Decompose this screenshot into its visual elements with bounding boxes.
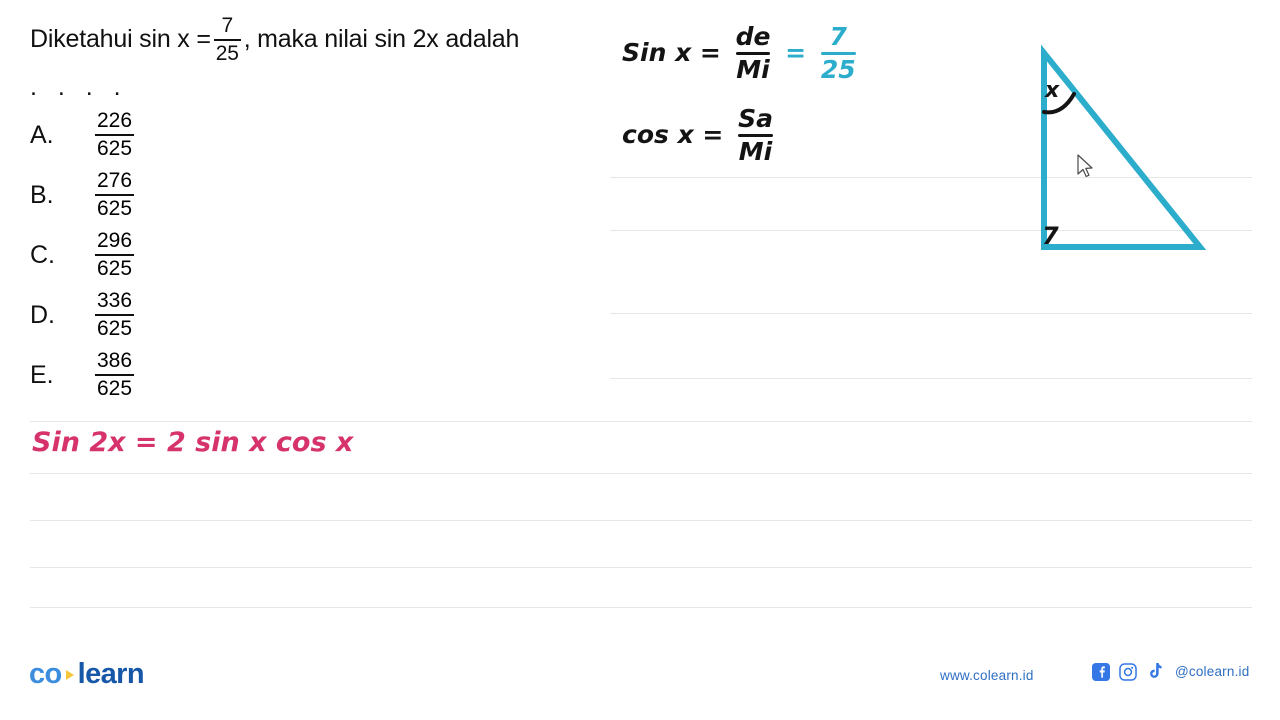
facebook-icon[interactable]: [1092, 662, 1110, 681]
handwriting-cos-lhs: cos x =: [622, 119, 724, 149]
question-fraction: 7 25: [213, 14, 241, 65]
option-fraction: 226 625: [95, 109, 135, 160]
fraction-numerator: 7: [221, 14, 233, 37]
fraction-denominator: 25: [820, 55, 856, 85]
option-letter: B.: [30, 180, 54, 209]
option-fraction: 386 625: [95, 349, 135, 400]
option-fraction: 296 625: [95, 229, 135, 280]
question-text: Diketahui sin x = 7 25 , maka nilai sin …: [30, 14, 519, 65]
rule-line: [610, 378, 1252, 379]
fraction-numerator: 226: [97, 109, 133, 133]
logo-text-learn: learn: [77, 658, 145, 690]
fraction-bar: [95, 254, 135, 256]
rule-line: [30, 567, 1252, 568]
tiktok-icon[interactable]: [1146, 662, 1163, 681]
handwriting-sin-definition: Sin x = de Mi = 7 25: [622, 22, 862, 85]
fraction-numerator: de: [735, 22, 771, 51]
worksheet-page: Diketahui sin x = 7 25 , maka nilai sin …: [0, 0, 1280, 720]
fraction-bar: [95, 134, 135, 136]
social-handle-text: @colearn.id: [1175, 664, 1250, 679]
handwriting-cos-fraction: Sa Mi: [738, 104, 773, 167]
option-d[interactable]: D. 336 625: [30, 285, 290, 345]
fraction-numerator: 296: [97, 229, 133, 253]
fraction-numerator: Sa: [738, 104, 773, 133]
social-links-row: @colearn.id: [1092, 662, 1249, 681]
instagram-icon[interactable]: [1119, 662, 1137, 681]
triangle-side-label: 7: [1042, 222, 1059, 250]
rule-line: [30, 473, 1252, 474]
rule-line: [30, 520, 1252, 521]
fraction-denominator: 625: [97, 197, 133, 220]
fraction-denominator: 625: [97, 377, 133, 400]
fraction-numerator: 336: [97, 289, 133, 313]
question-prefix: Diketahui sin x =: [30, 25, 211, 54]
handwriting-cos-definition: cos x = Sa Mi: [622, 104, 779, 167]
option-e[interactable]: E. 386 625: [30, 345, 290, 405]
footer-website-url[interactable]: www.colearn.id: [940, 668, 1034, 683]
question-ellipsis: . . . .: [30, 73, 128, 101]
option-letter: C.: [30, 240, 55, 269]
fraction-numerator: 386: [97, 349, 133, 373]
handwriting-equals-sign: =: [785, 37, 807, 67]
fraction-denominator: 625: [97, 137, 133, 160]
fraction-denominator: 625: [97, 257, 133, 280]
triangle-angle-label: x: [1045, 78, 1060, 103]
fraction-bar: [95, 374, 135, 376]
handwriting-sin-lhs: Sin x =: [622, 37, 721, 67]
logo-separator-icon: [65, 669, 74, 680]
option-letter: E.: [30, 360, 54, 389]
fraction-denominator: 25: [215, 41, 239, 65]
fraction-denominator: Mi: [738, 137, 773, 167]
rule-line: [610, 313, 1252, 314]
fraction-bar: [95, 194, 135, 196]
fraction-bar: [95, 314, 135, 316]
option-letter: D.: [30, 300, 55, 329]
rule-line: [30, 607, 1252, 608]
colearn-logo: co learn: [29, 658, 145, 691]
handwriting-double-angle-identity: Sin 2x = 2 sin x cos x: [32, 427, 354, 458]
fraction-numerator: 276: [97, 169, 133, 193]
fraction-bar: [213, 38, 241, 41]
page-footer: co learn www.colearn.id @colearn.id: [0, 640, 1280, 720]
rule-line: [30, 421, 1252, 422]
option-fraction: 336 625: [95, 289, 135, 340]
logo-text-co: co: [29, 658, 62, 690]
mouse-cursor-icon: [1077, 154, 1093, 178]
option-a[interactable]: A. 226 625: [30, 105, 290, 165]
answer-options-list: A. 226 625 B. 276 625 C. 296 625 D. 336 …: [30, 105, 290, 405]
option-c[interactable]: C. 296 625: [30, 225, 290, 285]
fraction-numerator: 7: [829, 22, 847, 51]
handwriting-sin-value-fraction: 7 25: [820, 22, 856, 85]
handwriting-sin-fraction: de Mi: [735, 22, 771, 85]
option-letter: A.: [30, 120, 54, 149]
fraction-denominator: Mi: [736, 55, 770, 85]
option-fraction: 276 625: [95, 169, 135, 220]
fraction-denominator: 625: [97, 317, 133, 340]
question-suffix: , maka nilai sin 2x adalah: [243, 25, 520, 54]
option-b[interactable]: B. 276 625: [30, 165, 290, 225]
